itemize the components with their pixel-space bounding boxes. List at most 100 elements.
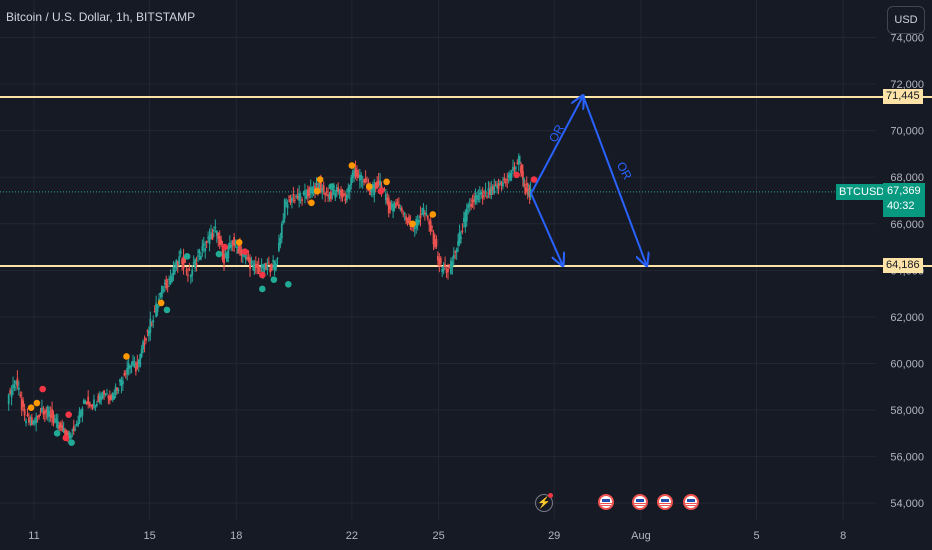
signal-marker bbox=[409, 220, 416, 228]
candle-body bbox=[425, 212, 428, 216]
signal-marker bbox=[235, 239, 243, 246]
candle-body bbox=[282, 219, 285, 224]
candle-body bbox=[103, 390, 105, 395]
chart-title: Bitcoin / U.S. Dollar, 1h, BITSTAMP bbox=[6, 10, 196, 24]
candle-body bbox=[160, 285, 163, 297]
candle-body bbox=[95, 403, 98, 406]
candle-body bbox=[236, 246, 238, 249]
candle-body bbox=[413, 227, 416, 230]
candle-body bbox=[145, 338, 147, 341]
us-flag-event-icon[interactable] bbox=[632, 494, 648, 510]
candle-body bbox=[213, 230, 215, 232]
candle-body bbox=[523, 183, 526, 187]
signal-marker bbox=[429, 211, 437, 218]
candle-body bbox=[483, 192, 486, 194]
candle-body bbox=[461, 230, 464, 232]
us-flag-event-icon[interactable] bbox=[598, 494, 614, 510]
x-tick-label: 29 bbox=[548, 530, 560, 542]
projection-arrow bbox=[582, 95, 647, 266]
candle-body bbox=[360, 174, 363, 180]
signal-marker bbox=[62, 434, 70, 442]
signal-marker bbox=[123, 353, 130, 360]
candle-body bbox=[403, 212, 406, 214]
candle-body bbox=[447, 268, 449, 272]
signal-marker bbox=[259, 285, 266, 293]
candle-body bbox=[106, 393, 108, 395]
candle-body bbox=[26, 414, 29, 416]
chart-canvas[interactable]: 54,00056,00058,00060,00062,00064,00066,0… bbox=[0, 0, 932, 550]
candle-body bbox=[315, 182, 318, 186]
x-tick-label: 25 bbox=[432, 530, 444, 542]
signal-marker bbox=[53, 430, 61, 437]
signal-marker bbox=[316, 176, 324, 183]
x-tick-label: 8 bbox=[840, 530, 846, 542]
currency-button[interactable]: USD bbox=[887, 6, 925, 34]
candle-body bbox=[72, 426, 75, 432]
candle-body bbox=[452, 254, 455, 259]
candle-body bbox=[202, 243, 205, 246]
candle-body bbox=[23, 408, 26, 416]
signal-marker bbox=[183, 253, 191, 260]
candle-body bbox=[259, 270, 262, 272]
candle-body bbox=[405, 216, 407, 220]
projection-arrow bbox=[530, 193, 563, 266]
candle-body bbox=[152, 320, 155, 323]
candle-body bbox=[364, 178, 367, 182]
us-flag-event-icon[interactable] bbox=[683, 494, 699, 510]
candle-body bbox=[191, 269, 194, 276]
candle-body bbox=[324, 192, 327, 196]
candle-body bbox=[291, 197, 293, 202]
candle-body bbox=[400, 207, 403, 212]
candle-body bbox=[220, 239, 223, 245]
y-tick-label: 66,000 bbox=[890, 219, 924, 231]
candle-body bbox=[195, 263, 198, 266]
candle-body bbox=[465, 208, 468, 222]
candle-body bbox=[121, 380, 124, 385]
candle-body bbox=[130, 365, 133, 367]
x-tick-label: 15 bbox=[143, 530, 155, 542]
signal-marker bbox=[377, 187, 385, 195]
candle-body bbox=[35, 416, 38, 424]
candle-body bbox=[460, 236, 462, 239]
signal-marker bbox=[163, 306, 171, 314]
candle-body bbox=[517, 156, 520, 165]
candle-body bbox=[179, 250, 182, 254]
candle-body bbox=[439, 257, 442, 264]
candle-body bbox=[171, 275, 173, 283]
candle-body bbox=[299, 196, 302, 198]
candle-body bbox=[267, 262, 270, 264]
candle-body bbox=[467, 204, 470, 208]
us-flag-event-icon[interactable] bbox=[657, 494, 673, 510]
candle-body bbox=[288, 196, 290, 198]
candle-body bbox=[22, 400, 25, 407]
candle-body bbox=[330, 192, 332, 200]
y-tick-label: 58,000 bbox=[890, 405, 924, 417]
x-tick-label: Aug bbox=[631, 530, 651, 542]
signal-marker bbox=[348, 162, 356, 169]
signal-marker bbox=[259, 271, 266, 279]
candle-body bbox=[143, 343, 146, 346]
x-tick-label: 18 bbox=[230, 530, 242, 542]
candle-body bbox=[39, 411, 42, 413]
signal-marker bbox=[241, 248, 249, 256]
candle-body bbox=[211, 233, 214, 240]
candle-body bbox=[81, 408, 84, 416]
candle-body bbox=[275, 263, 277, 269]
candle-body bbox=[19, 394, 22, 396]
candle-body bbox=[7, 394, 10, 405]
candle-body bbox=[397, 203, 400, 209]
signal-marker bbox=[33, 399, 41, 407]
candle-body bbox=[173, 269, 176, 273]
chart-area[interactable]: 54,00056,00058,00060,00062,00064,00066,0… bbox=[0, 0, 932, 550]
signal-marker bbox=[215, 250, 223, 258]
candle-body bbox=[481, 194, 484, 198]
candle-body bbox=[395, 203, 397, 207]
candle-body bbox=[201, 245, 204, 251]
candle-body bbox=[199, 255, 202, 260]
candle-body bbox=[205, 241, 208, 244]
candle-body bbox=[279, 237, 282, 245]
y-tick-label: 70,000 bbox=[890, 126, 924, 138]
signal-marker bbox=[157, 299, 165, 307]
candle-body bbox=[17, 387, 20, 391]
candle-body bbox=[502, 182, 504, 187]
